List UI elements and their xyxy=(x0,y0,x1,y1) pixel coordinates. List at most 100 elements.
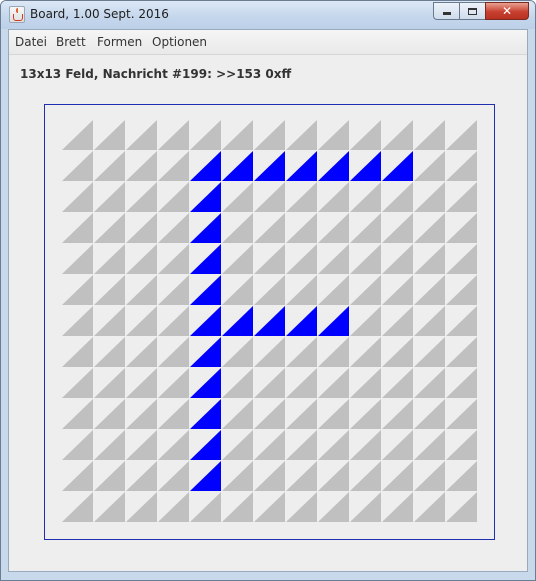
board-cell[interactable] xyxy=(62,399,93,429)
menu-brett[interactable]: Brett xyxy=(56,35,86,49)
board-cell[interactable] xyxy=(222,213,253,243)
board-cell[interactable] xyxy=(446,492,477,522)
board-cell[interactable] xyxy=(382,430,413,460)
board-cell-active[interactable] xyxy=(190,275,221,305)
board-cell[interactable] xyxy=(94,275,125,305)
board-cell[interactable] xyxy=(254,182,285,212)
board-cell[interactable] xyxy=(158,430,189,460)
board-cell[interactable] xyxy=(222,430,253,460)
title-bar[interactable]: Board, 1.00 Sept. 2016 ✕ xyxy=(1,1,535,29)
board-cell[interactable] xyxy=(446,399,477,429)
menu-optionen[interactable]: Optionen xyxy=(152,35,207,49)
board-cell[interactable] xyxy=(254,275,285,305)
board-cell[interactable] xyxy=(350,337,381,367)
board-cell[interactable] xyxy=(414,368,445,398)
board-cell[interactable] xyxy=(382,182,413,212)
board-cell[interactable] xyxy=(286,213,317,243)
board-cell-active[interactable] xyxy=(190,306,221,336)
board-cell[interactable] xyxy=(350,430,381,460)
java-app-icon[interactable] xyxy=(9,6,25,23)
board-cell[interactable] xyxy=(158,492,189,522)
board-cell[interactable] xyxy=(414,461,445,491)
board-cell[interactable] xyxy=(94,337,125,367)
board-cell[interactable] xyxy=(158,120,189,150)
board-cell[interactable] xyxy=(254,337,285,367)
board-cell[interactable] xyxy=(94,213,125,243)
board-cell[interactable] xyxy=(222,399,253,429)
board-cell[interactable] xyxy=(158,368,189,398)
board-cell[interactable] xyxy=(350,368,381,398)
menu-formen[interactable]: Formen xyxy=(97,35,142,49)
board-cell[interactable] xyxy=(414,337,445,367)
board-cell[interactable] xyxy=(446,182,477,212)
board-cell[interactable] xyxy=(414,213,445,243)
board-cell-active[interactable] xyxy=(222,151,253,181)
board-cell[interactable] xyxy=(158,399,189,429)
board-cell[interactable] xyxy=(254,430,285,460)
board-cell[interactable] xyxy=(62,182,93,212)
board-cell[interactable] xyxy=(318,430,349,460)
board-cell[interactable] xyxy=(318,461,349,491)
board-cell-active[interactable] xyxy=(190,368,221,398)
board-cell[interactable] xyxy=(254,368,285,398)
board-cell[interactable] xyxy=(222,461,253,491)
board-cell[interactable] xyxy=(318,275,349,305)
board-cell[interactable] xyxy=(62,244,93,274)
board-cell[interactable] xyxy=(350,492,381,522)
menu-datei[interactable]: Datei xyxy=(15,35,47,49)
board-cell[interactable] xyxy=(158,337,189,367)
board-cell[interactable] xyxy=(62,368,93,398)
board-cell[interactable] xyxy=(62,151,93,181)
board-cell[interactable] xyxy=(254,120,285,150)
board-cell[interactable] xyxy=(414,399,445,429)
board-cell[interactable] xyxy=(446,337,477,367)
board-cell[interactable] xyxy=(382,368,413,398)
board-cell[interactable] xyxy=(286,399,317,429)
board-cell[interactable] xyxy=(414,120,445,150)
board-cell-active[interactable] xyxy=(382,151,413,181)
board-cell[interactable] xyxy=(382,213,413,243)
board-cell[interactable] xyxy=(126,244,157,274)
board-cell[interactable] xyxy=(350,182,381,212)
board-cell[interactable] xyxy=(318,182,349,212)
board-cell[interactable] xyxy=(94,430,125,460)
board-cell[interactable] xyxy=(350,399,381,429)
board-cell[interactable] xyxy=(62,461,93,491)
board-cell[interactable] xyxy=(62,275,93,305)
board-cell[interactable] xyxy=(382,492,413,522)
board-cell[interactable] xyxy=(382,399,413,429)
board-cell-active[interactable] xyxy=(318,151,349,181)
board-cell[interactable] xyxy=(94,306,125,336)
board-cell[interactable] xyxy=(254,213,285,243)
board-cell[interactable] xyxy=(126,151,157,181)
board-cell[interactable] xyxy=(446,461,477,491)
board-cell-active[interactable] xyxy=(190,151,221,181)
board-cell[interactable] xyxy=(350,244,381,274)
board-cell[interactable] xyxy=(254,399,285,429)
board-cell-active[interactable] xyxy=(318,306,349,336)
board-cell[interactable] xyxy=(62,213,93,243)
board-cell[interactable] xyxy=(94,120,125,150)
board-cell[interactable] xyxy=(350,461,381,491)
board-cell[interactable] xyxy=(286,337,317,367)
board-cell[interactable] xyxy=(190,492,221,522)
board-cell-active[interactable] xyxy=(350,151,381,181)
board-cell-active[interactable] xyxy=(286,151,317,181)
board-cell[interactable] xyxy=(126,337,157,367)
board-cell[interactable] xyxy=(414,151,445,181)
board-cell-active[interactable] xyxy=(190,213,221,243)
board-cell[interactable] xyxy=(286,368,317,398)
board-cell[interactable] xyxy=(318,492,349,522)
board-cell[interactable] xyxy=(158,461,189,491)
board-cell-active[interactable] xyxy=(222,306,253,336)
board-cell[interactable] xyxy=(62,120,93,150)
board-cell[interactable] xyxy=(254,492,285,522)
board-grid[interactable] xyxy=(62,120,478,526)
close-button[interactable]: ✕ xyxy=(485,2,529,20)
board-cell[interactable] xyxy=(94,492,125,522)
board-cell[interactable] xyxy=(62,306,93,336)
board-cell[interactable] xyxy=(158,306,189,336)
board-cell[interactable] xyxy=(158,151,189,181)
board-cell[interactable] xyxy=(222,244,253,274)
board-cell[interactable] xyxy=(126,213,157,243)
